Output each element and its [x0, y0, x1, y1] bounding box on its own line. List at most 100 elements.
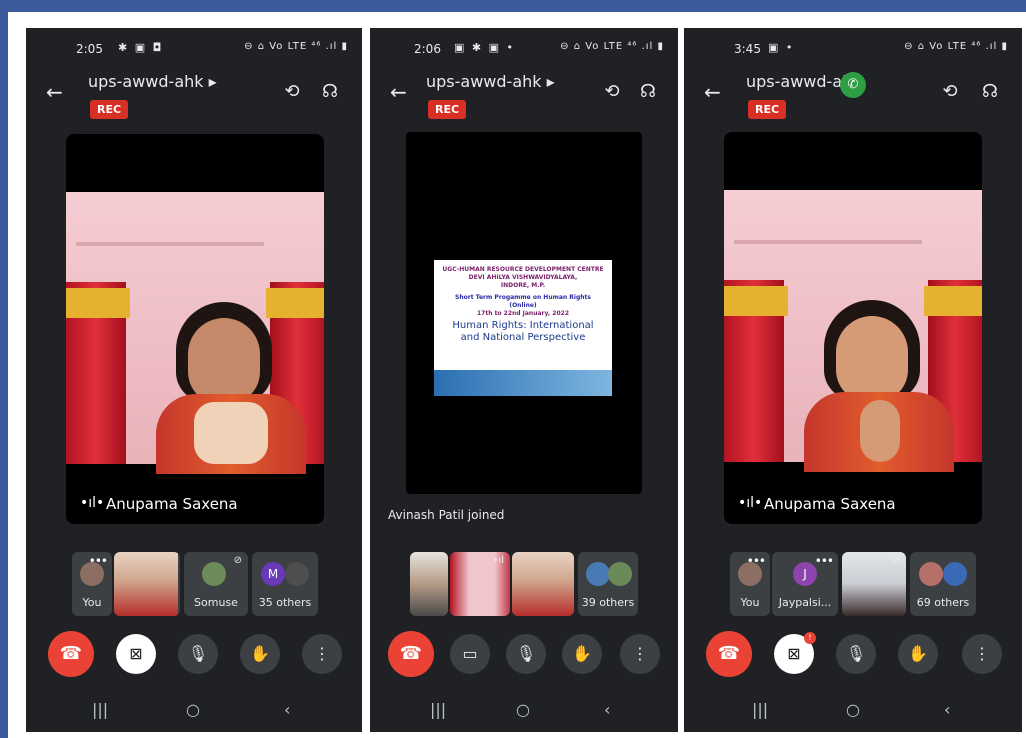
recents-button[interactable]: ||| — [752, 700, 768, 719]
camera-off-button[interactable]: ⊠ — [116, 634, 156, 674]
end-call-button[interactable]: ☎ — [388, 631, 434, 677]
status-bar: 3:45 ▣ • ⊖ ⌂ Vo LTE ⁴⁶ .ıl ▮ — [684, 38, 1022, 58]
slide-line: Short Term Progamme on Human Rights — [455, 294, 591, 301]
participant-tile-others[interactable]: 69 others — [910, 552, 976, 616]
slide-line: (Online) — [509, 302, 537, 309]
back-arrow-icon[interactable]: ← — [390, 80, 407, 104]
participant-strip: ••• You ⊘ Somuse M 35 others — [26, 552, 362, 616]
back-arrow-icon[interactable]: ← — [704, 80, 721, 104]
speaker-shawl — [194, 402, 268, 464]
audio-output-icon[interactable]: ☊ — [636, 80, 660, 104]
mic-button[interactable]: 🎙 — [836, 634, 876, 674]
switch-camera-icon[interactable]: ⟲ — [938, 80, 962, 104]
main-video-tile[interactable]: •ıl• Anupama Saxena — [66, 134, 324, 524]
avatar: J — [793, 562, 817, 586]
status-bar: 2:05 ✱ ▣ ◘ ⊖ ⌂ Vo LTE ⁴⁶ .ıl ▮ — [26, 38, 362, 58]
border-left — [0, 0, 8, 738]
home-button[interactable]: ○ — [186, 700, 200, 719]
participant-tile-others[interactable]: 39 others — [578, 552, 638, 616]
status-time: 2:06 — [414, 42, 441, 56]
audio-output-icon[interactable]: ☊ — [318, 80, 342, 104]
participant-video — [410, 552, 448, 616]
call-controls: ☎ ▭ 🎙 ✋ ⋮ — [370, 631, 678, 682]
participant-label: 39 others — [581, 596, 635, 609]
phone-screen-1: 2:05 ✱ ▣ ◘ ⊖ ⌂ Vo LTE ⁴⁶ .ıl ▮ ← ups-aww… — [26, 28, 362, 732]
android-nav-bar: ||| ○ ‹ — [684, 700, 1022, 724]
raise-hand-button[interactable]: ✋ — [562, 634, 602, 674]
speaker-person — [804, 300, 954, 472]
back-button[interactable]: ‹ — [944, 700, 950, 719]
slide-line: UGC-HUMAN RESOURCE DEVELOPMENT CENTRE — [442, 266, 604, 273]
more-options-button[interactable]: ⋮ — [962, 634, 1002, 674]
avatar — [285, 562, 309, 586]
participant-tile-jaypalsi[interactable]: ••• J Jaypalsi... — [772, 552, 838, 616]
meeting-code[interactable]: ups-awwd-ahk ▸ — [88, 72, 217, 91]
presentation-slide: UGC-HUMAN RESOURCE DEVELOPMENT CENTRE DE… — [434, 260, 612, 396]
back-button[interactable]: ‹ — [284, 700, 290, 719]
mic-button[interactable]: 🎙 — [178, 634, 218, 674]
audio-level-icon: •ıl• — [738, 495, 763, 511]
participant-tile-you[interactable]: ••• You — [730, 552, 770, 616]
curtain-valance-left — [724, 286, 788, 316]
end-call-button[interactable]: ☎ — [706, 631, 752, 677]
recents-button[interactable]: ||| — [92, 700, 108, 719]
participant-tile-video[interactable]: ⊘ — [842, 552, 906, 616]
raise-hand-button[interactable]: ✋ — [898, 634, 938, 674]
participant-tile-video[interactable] — [114, 552, 180, 616]
speaker-name: Anupama Saxena — [106, 495, 238, 513]
meeting-code[interactable]: ups-awwd-ahk ▸ — [426, 72, 555, 91]
main-video-tile[interactable]: •ıl• Anupama Saxena — [724, 132, 982, 524]
audio-output-icon[interactable]: ☊ — [978, 80, 1002, 104]
back-arrow-icon[interactable]: ← — [46, 80, 63, 104]
speaker-name-row: •ıl• Anupama Saxena — [66, 484, 324, 524]
participant-tile-others[interactable]: M 35 others — [252, 552, 318, 616]
avatar — [202, 562, 226, 586]
android-nav-bar: ||| ○ ‹ — [370, 700, 678, 724]
slide-title: and National Perspective — [460, 332, 586, 343]
participant-tile-you[interactable]: ••• You — [72, 552, 112, 616]
home-button[interactable]: ○ — [516, 700, 530, 719]
rec-badge: REC — [428, 100, 467, 119]
switch-camera-icon[interactable]: ⟲ — [600, 80, 624, 104]
raise-hand-button[interactable]: ✋ — [240, 634, 280, 674]
switch-camera-icon[interactable]: ⟲ — [280, 80, 304, 104]
speaker-video — [724, 190, 982, 472]
camera-button[interactable]: ▭ — [450, 634, 490, 674]
participant-tile-video[interactable]: •ıl — [450, 552, 510, 616]
participant-strip: •ıl 39 others — [370, 552, 678, 616]
phone-screen-2: 2:06 ▣ ✱ ▣ • ⊖ ⌂ Vo LTE ⁴⁶ .ıl ▮ ← ups-a… — [370, 28, 678, 732]
call-controls: ☎ ⊠! 🎙 ✋ ⋮ — [684, 631, 1022, 682]
status-icons-left: ▣ • — [768, 41, 795, 54]
mic-off-icon: ⊘ — [891, 555, 900, 566]
more-options-button[interactable]: ⋮ — [302, 634, 342, 674]
participant-tile-somuse[interactable]: ⊘ Somuse — [184, 552, 248, 616]
mic-button[interactable]: 🎙 — [506, 634, 546, 674]
avatar — [919, 562, 943, 586]
participant-label: 69 others — [916, 596, 970, 609]
participant-label: You — [82, 596, 102, 609]
avatar: M — [261, 562, 285, 586]
slide-title: Human Rights: International — [452, 320, 594, 331]
participant-strip: ••• You ••• J Jaypalsi... ⊘ 69 others — [684, 552, 1022, 616]
participant-tile-video[interactable] — [410, 552, 448, 616]
join-notification: Avinash Patil joined — [388, 508, 505, 522]
camera-off-button[interactable]: ⊠! — [774, 632, 816, 674]
speaker-name-row: •ıl• Anupama Saxena — [724, 484, 982, 524]
slide-footer-band — [434, 370, 612, 396]
more-options-button[interactable]: ⋮ — [620, 634, 660, 674]
participant-tile-video[interactable] — [512, 552, 574, 616]
audio-level-icon: •ıl• — [80, 495, 105, 511]
border-top — [0, 0, 1026, 12]
recents-button[interactable]: ||| — [430, 700, 446, 719]
status-icons-left: ✱ ▣ ◘ — [118, 41, 164, 54]
end-call-button[interactable]: ☎ — [48, 631, 94, 677]
whatsapp-bubble-icon[interactable]: ✆ — [840, 72, 866, 98]
more-dots-icon[interactable]: ••• — [815, 554, 834, 568]
main-presentation-tile[interactable]: UGC-HUMAN RESOURCE DEVELOPMENT CENTRE DE… — [406, 132, 642, 494]
speaker-face — [836, 316, 908, 402]
speaker-name: Anupama Saxena — [764, 495, 896, 513]
screenshot-collage: 2:05 ✱ ▣ ◘ ⊖ ⌂ Vo LTE ⁴⁶ .ıl ▮ ← ups-aww… — [0, 0, 1026, 738]
home-button[interactable]: ○ — [846, 700, 860, 719]
back-button[interactable]: ‹ — [604, 700, 610, 719]
android-nav-bar: ||| ○ ‹ — [26, 700, 362, 724]
